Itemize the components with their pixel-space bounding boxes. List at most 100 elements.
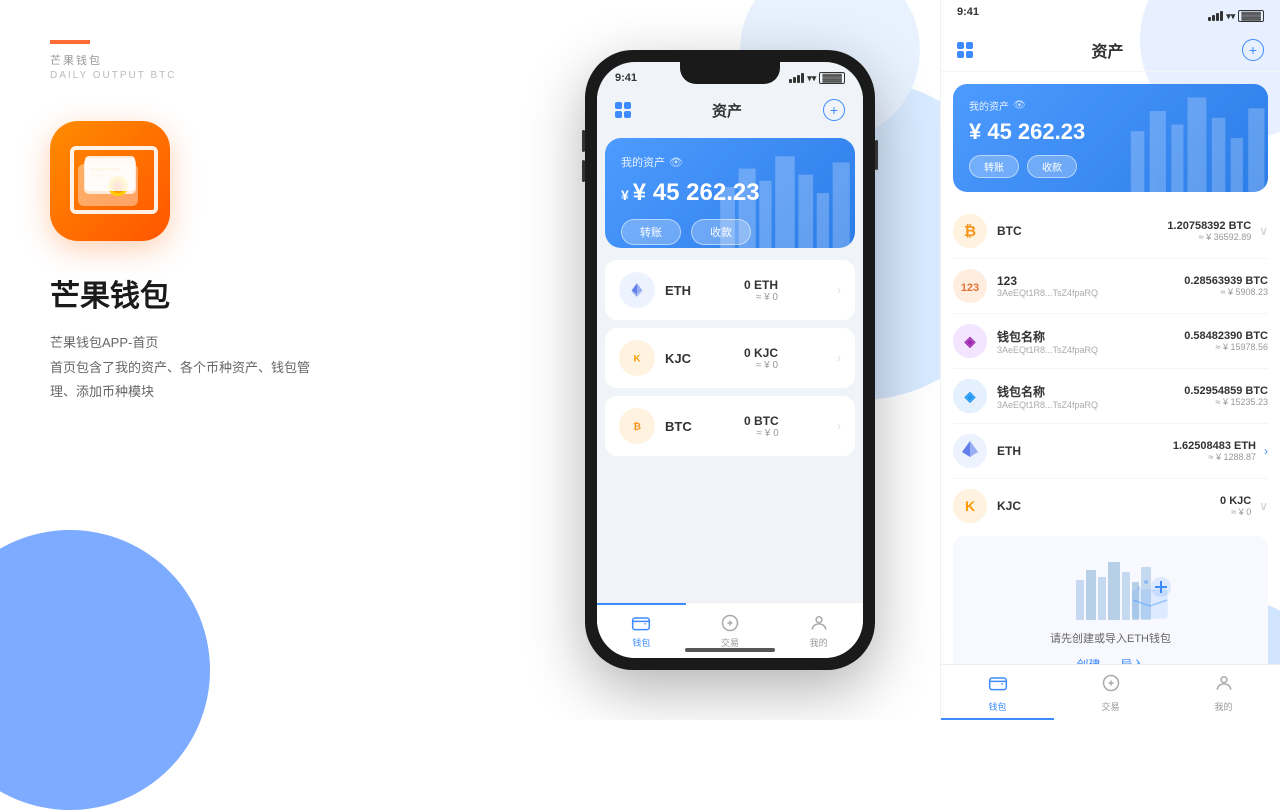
right-wallet-b-name: 钱包名称 [997,383,1098,400]
phone-volume-btn [875,140,878,170]
right-add-button[interactable]: + [1242,39,1264,61]
right-nav-tx[interactable]: 交易 [1054,671,1167,713]
svg-text:₿: ₿ [964,223,976,240]
right-123-fiat: ≈ ¥ 5908.23 [1184,287,1268,297]
right-coin-right-123: 0.28563939 BTC ≈ ¥ 5908.23 [1184,275,1268,297]
phone-nav-tx[interactable]: 交易 [686,612,775,649]
right-coin-item-wallet-p[interactable]: ◈ 钱包名称 3AeEQt1R8...TsZ4fpaRQ 0.58482390 … [953,314,1268,369]
right-nav-mine-label: 我的 [1214,700,1232,713]
right-tx-nav-icon [1101,673,1121,698]
right-btc-icon: ₿ [953,214,987,248]
right-receive-button[interactable]: 收款 [1027,155,1077,178]
phone-grid-icon[interactable] [615,102,631,118]
right-wallet-p-icon: ◈ [953,324,987,358]
right-eye-icon[interactable]: 👁 [1013,100,1026,111]
phone-transfer-button[interactable]: 转账 [621,219,681,245]
phone-asset-card: 我的资产 👁 ¥¥ 45 262.23 转账 收款 [605,138,855,248]
right-eth-chevron: › [1264,444,1268,458]
right-status-icons: ▾▾ ▓▓▓ [1208,10,1264,22]
phone-add-button[interactable]: + [823,99,845,121]
battery-icon: ▓▓▓ [819,72,845,84]
right-header-title: 资产 [1091,38,1123,62]
kjc-icon: K [619,340,655,376]
svg-text:K: K [634,353,641,364]
wallet-nav-icon [630,612,652,634]
right-eth-amount: 1.62508483 ETH [1173,440,1256,452]
right-coin-item-123[interactable]: 123 123 3AeEQt1R8...TsZ4fpaRQ 0.28563939… [953,259,1268,314]
eye-icon[interactable]: 👁 [669,156,683,169]
coin-right-btc: 0 BTC ≈ ¥ 0 [744,414,779,439]
coin-left-eth: ETH [619,272,691,308]
app-icon-svg [70,146,150,216]
right-kjc-values: 0 KJC ≈ ¥ 0 [1220,495,1251,517]
right-coin-item-eth[interactable]: ETH 1.62508483 ETH ≈ ¥ 1288.87 › [953,424,1268,479]
coin-right-eth: 0 ETH ≈ ¥ 0 [744,278,778,303]
desc-line1: 芒果钱包APP-首页 [50,331,470,356]
right-wallet-b-amount: 0.52954859 BTC [1184,385,1268,397]
app-icon [50,121,170,241]
kjc-chevron: › [837,351,841,365]
brand-subtitle-label: DAILY OUTPUT BTC [50,70,470,81]
phone-coin-item-kjc[interactable]: K KJC 0 KJC ≈ ¥ 0 › [605,328,855,388]
phone-nav-wallet-label: 钱包 [632,636,650,649]
right-nav-wallet-label: 钱包 [988,700,1006,713]
phone-outer: 9:41 ▾▾ ▓▓▓ [585,50,875,670]
right-coin-item-btc[interactable]: ₿ BTC 1.20758392 BTC ≈ ¥ 36592.89 ∨ [953,204,1268,259]
right-bottom-nav: 钱包 交易 我的 [941,664,1280,720]
right-btc-name: BTC [997,224,1022,238]
kjc-value: ≈ ¥ 0 [744,360,778,371]
right-kjc-name: KJC [997,499,1021,513]
right-eth-values: 1.62508483 ETH ≈ ¥ 1288.87 [1173,440,1256,462]
right-btc-chevron: ∨ [1259,224,1268,238]
right-battery-icon: ▓▓▓ [1238,10,1264,22]
right-wifi-icon: ▾▾ [1226,11,1235,22]
right-time: 9:41 [957,6,979,18]
right-nav-wallet[interactable]: 钱包 [941,671,1054,713]
right-coin-right-wallet-p: 0.58482390 BTC ≈ ¥ 15978.56 [1184,330,1268,352]
right-nav-mine[interactable]: 我的 [1167,671,1280,713]
right-coin-left-eth: ETH [953,434,1021,468]
eth-name: ETH [665,283,691,298]
wifi-icon: ▾▾ [807,73,816,84]
tx-nav-icon [719,612,741,634]
right-panel-inner: 9:41 ▾▾ ▓▓▓ [941,0,1280,720]
right-grid-icon[interactable] [957,42,973,58]
phone-container: 9:41 ▾▾ ▓▓▓ [520,0,940,720]
right-eth-fiat: ≈ ¥ 1288.87 [1173,452,1256,462]
right-wallet-p-name: 钱包名称 [997,328,1098,345]
signal-icon [789,73,804,83]
right-coin-left-123: 123 123 3AeEQt1R8...TsZ4fpaRQ [953,269,1098,303]
eth-value: ≈ ¥ 0 [744,292,778,303]
coin-left-kjc: K KJC [619,340,691,376]
kjc-name: KJC [665,351,691,366]
phone-nav-mine[interactable]: 我的 [774,612,863,649]
right-header: 资产 + [941,28,1280,72]
right-kjc-chevron: ∨ [1259,499,1268,513]
right-123-icon: 123 [953,269,987,303]
right-coin-item-wallet-b[interactable]: ◈ 钱包名称 3AeEQt1R8...TsZ4fpaRQ 0.52954859 … [953,369,1268,424]
right-kjc-fiat: ≈ ¥ 0 [1220,507,1251,517]
phone-coin-item-eth[interactable]: ETH 0 ETH ≈ ¥ 0 › [605,260,855,320]
right-coin-right-kjc: 0 KJC ≈ ¥ 0 ∨ [1220,495,1268,517]
svg-text:◈: ◈ [964,333,977,349]
right-kjc-icon: K [953,489,987,523]
phone-side-btn2 [582,160,585,182]
btc-chevron: › [837,419,841,433]
left-panel: 芒果钱包 DAILY OUTPUT BTC 芒果钱包 芒果钱包APP-首页 首页… [0,0,520,720]
right-wallet-p-amount: 0.58482390 BTC [1184,330,1268,342]
right-btc-fiat: ≈ ¥ 36592.89 [1167,232,1251,242]
phone-screen: 9:41 ▾▾ ▓▓▓ [597,62,863,658]
right-wallet-b-values: 0.52954859 BTC ≈ ¥ 15235.23 [1184,385,1268,407]
phone-nav-mine-label: 我的 [810,636,828,649]
phone-nav-indicator [597,603,686,605]
mine-nav-icon [808,612,830,634]
phone-content: 我的资产 👁 ¥¥ 45 262.23 转账 收款 [597,130,863,602]
phone-coin-item-btc[interactable]: ₿ BTC 0 BTC ≈ ¥ 0 › [605,396,855,456]
right-transfer-button[interactable]: 转账 [969,155,1019,178]
phone-nav-wallet[interactable]: 钱包 [597,612,686,649]
home-indicator [685,648,775,652]
right-coin-item-kjc[interactable]: K KJC 0 KJC ≈ ¥ 0 ∨ [953,479,1268,524]
app-icon-wrapper [50,121,470,241]
right-coin-left-btc: ₿ BTC [953,214,1022,248]
right-coin-right-btc: 1.20758392 BTC ≈ ¥ 36592.89 ∨ [1167,220,1268,242]
